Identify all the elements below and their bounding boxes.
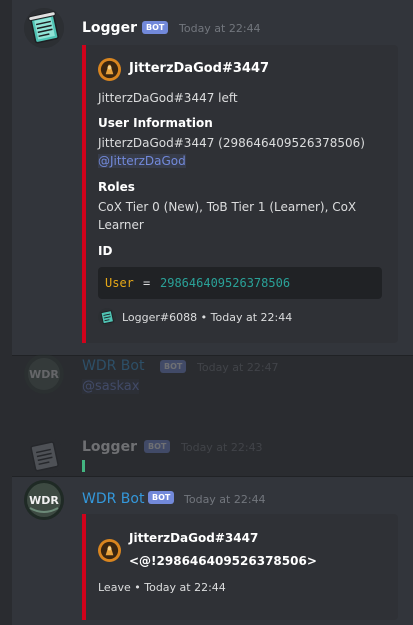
embed-description: JitterzDaGod#3447 left xyxy=(98,91,238,105)
embed-title: <@!298646409526378506> xyxy=(129,554,317,568)
code-key: User xyxy=(105,276,134,290)
field-value-roles-line1: CoX Tier 0 (New), ToB Tier 1 (Learner), … xyxy=(98,200,357,214)
user-mention[interactable]: @JitterzDaGod xyxy=(98,154,186,168)
code-block: User = 298646409526378506 xyxy=(98,267,382,299)
timestamp: Today at 22:47 xyxy=(197,361,279,374)
bot-badge: BOT xyxy=(142,21,169,34)
logger-avatar[interactable] xyxy=(24,8,64,48)
user-avatar-icon[interactable] xyxy=(98,58,121,81)
logger-avatar[interactable] xyxy=(24,436,64,476)
embed: JitterzDaGod#3447 <@!298646409526378506>… xyxy=(82,514,398,620)
wdr-logo-icon: WDR xyxy=(24,480,64,520)
code-value: 298646409526378506 xyxy=(160,276,291,290)
field-value-roles-line2: Learner xyxy=(98,218,144,232)
footer-separator: • xyxy=(200,311,208,324)
message-content-mention[interactable]: @saskax xyxy=(82,379,139,394)
field-value-user-information: JitterzDaGod#3447 (298646409526378506) xyxy=(98,136,365,150)
bot-badge: BOT xyxy=(144,440,171,453)
field-title-user-information: User Information xyxy=(98,116,213,130)
author-name[interactable]: WDR Bot xyxy=(82,491,144,507)
author-name[interactable]: WDR Bot xyxy=(82,358,144,374)
embed: JitterzDaGod#3447 JitterzDaGod#3447 left… xyxy=(82,45,398,343)
timestamp: Today at 22:44 xyxy=(179,22,261,35)
field-title-roles: Roles xyxy=(98,180,135,194)
embed-author[interactable]: JitterzDaGod#3447 xyxy=(129,61,269,76)
message-logger-left: Logger BOT Today at 22:44 JitterzDaGod#3… xyxy=(12,0,413,356)
footer-time: Today at 22:44 xyxy=(210,311,293,324)
footer-name: Leave xyxy=(98,581,131,594)
user-avatar-icon[interactable] xyxy=(98,539,121,562)
footer-separator: • xyxy=(134,581,141,594)
author-name[interactable]: Logger xyxy=(82,20,137,36)
footer-text: Leave • Today at 22:44 xyxy=(98,581,226,594)
message-wdr-leave: WDR WDR Bot BOT Today at 22:44 JitterzDa… xyxy=(12,476,413,625)
footer-name: Logger#6088 xyxy=(122,311,198,324)
author-name[interactable]: Logger xyxy=(82,439,137,455)
footer-time: Today at 22:44 xyxy=(144,581,226,594)
embed-edge xyxy=(82,460,85,472)
wdr-avatar[interactable]: WDR xyxy=(24,480,64,520)
message-wdr-saskax: WDR WDR Bot BOT Today at 22:47 @saskax xyxy=(12,354,413,416)
svg-text:WDR: WDR xyxy=(29,368,59,381)
embed-author[interactable]: JitterzDaGod#3447 xyxy=(129,531,258,545)
bot-badge: BOT xyxy=(148,491,175,504)
message-logger-faded: Logger BOT Today at 22:43 xyxy=(12,420,413,476)
notebook-icon xyxy=(24,8,64,48)
bot-badge: BOT xyxy=(160,360,187,373)
code-operator: = xyxy=(143,276,151,290)
svg-text:WDR: WDR xyxy=(29,494,59,507)
wdr-logo-icon: WDR xyxy=(24,354,64,394)
footer-notebook-icon xyxy=(98,308,116,326)
timestamp: Today at 22:44 xyxy=(184,493,266,506)
notebook-icon xyxy=(30,441,59,472)
timestamp: Today at 22:43 xyxy=(181,441,263,454)
field-title-id: ID xyxy=(98,244,113,258)
footer-text: Logger#6088 • Today at 22:44 xyxy=(122,311,292,324)
wdr-avatar[interactable]: WDR xyxy=(24,354,64,394)
